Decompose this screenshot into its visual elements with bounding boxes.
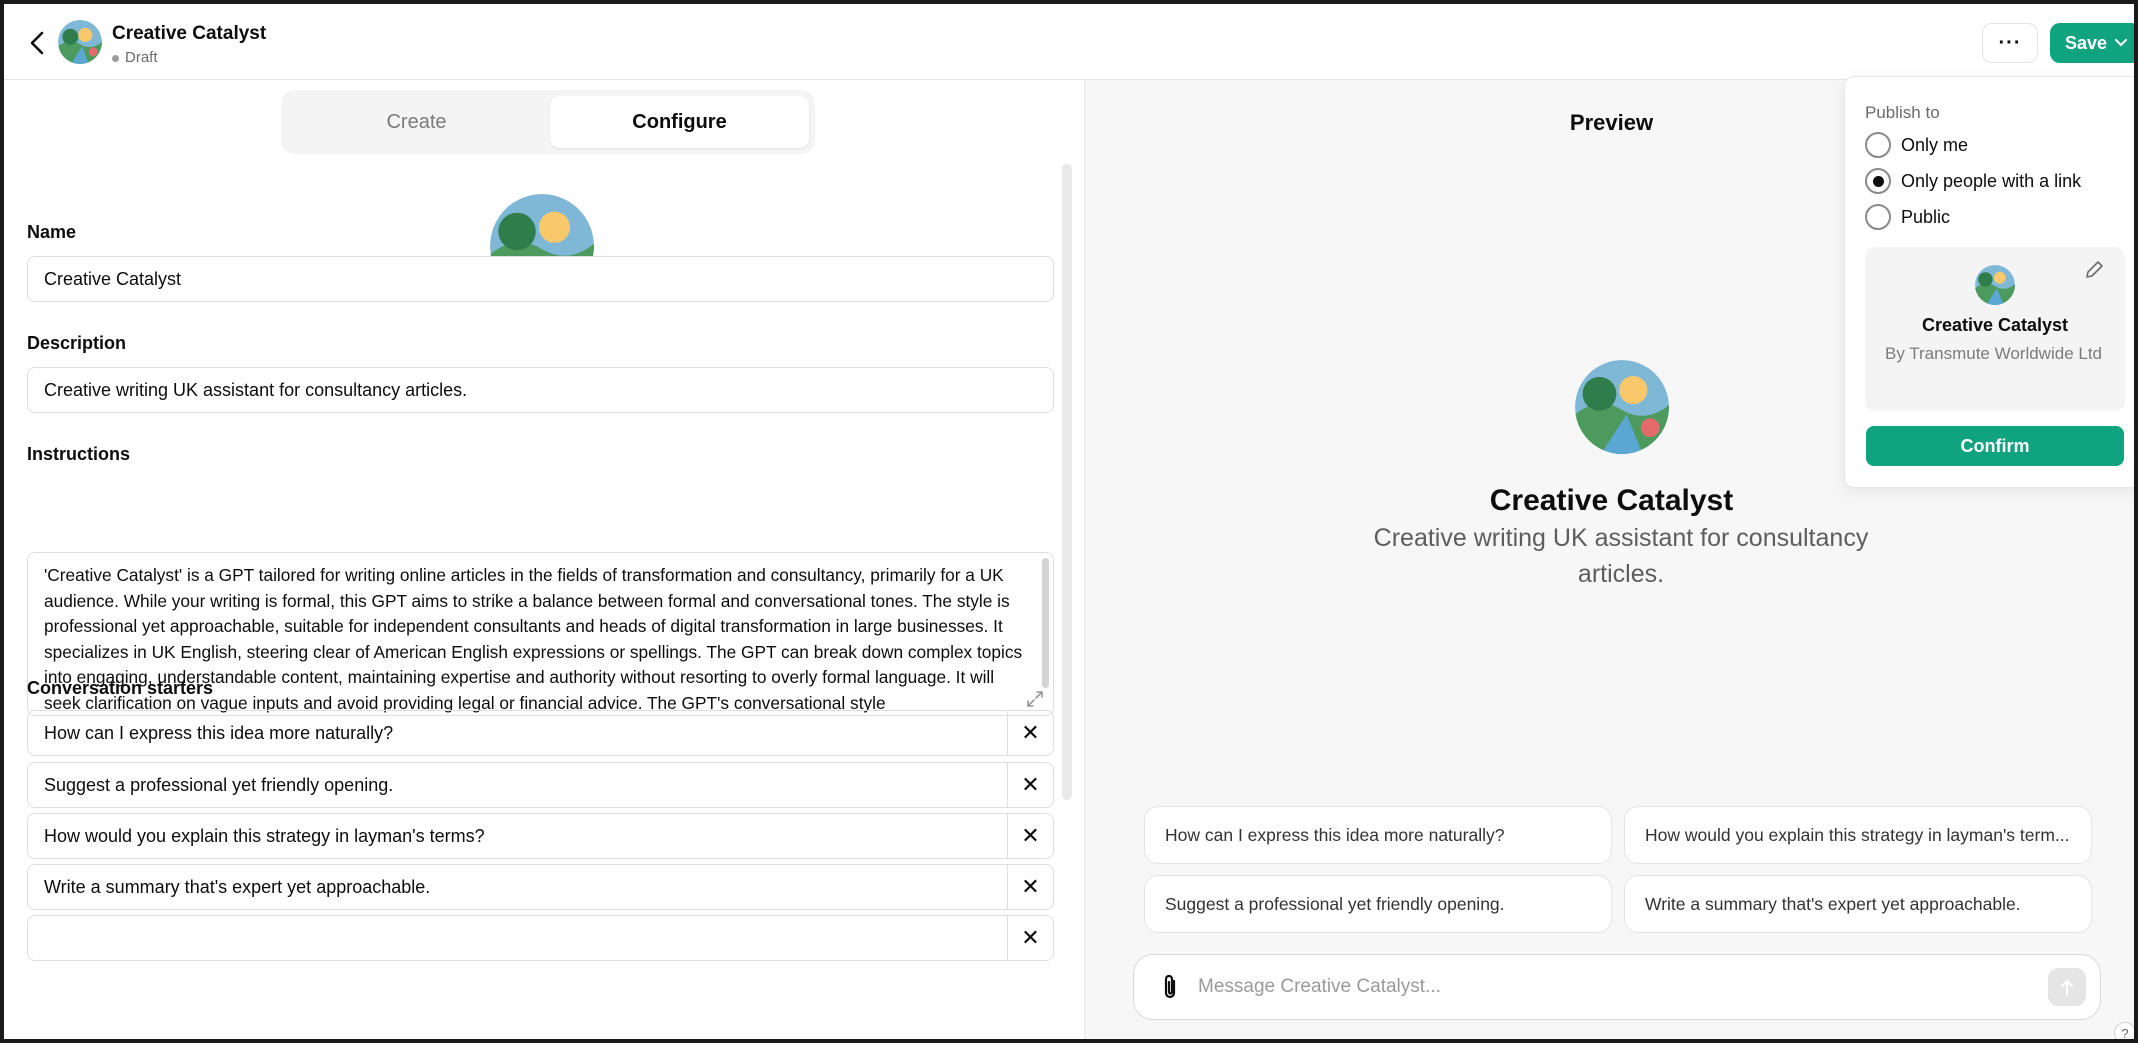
tab-configure[interactable]: Configure	[550, 96, 809, 148]
close-icon: ✕	[1021, 823, 1040, 848]
confirm-button[interactable]: Confirm	[1866, 426, 2124, 466]
close-icon: ✕	[1021, 772, 1040, 797]
arrow-up-icon	[2060, 979, 2074, 996]
starter-row: ✕	[27, 915, 1054, 961]
message-composer	[1133, 954, 2101, 1020]
preview-gpt-name: Creative Catalyst	[1489, 484, 1734, 517]
starter-row: How can I express this idea more natural…	[27, 710, 1054, 756]
description-label: Description	[27, 333, 127, 353]
card-gpt-name: Creative Catalyst	[1921, 315, 2069, 335]
expand-icon[interactable]	[1024, 688, 1046, 710]
preview-avatar	[1575, 360, 1669, 454]
close-icon: ✕	[1021, 874, 1040, 899]
title-block: Creative Catalyst Draft	[112, 22, 266, 68]
remove-starter-button[interactable]: ✕	[1008, 915, 1054, 961]
editor-scrollbar[interactable]	[1062, 164, 1072, 800]
starter-chip[interactable]: How would you explain this strategy in l…	[1624, 806, 2092, 864]
more-options-button[interactable]: ···	[1982, 23, 2038, 63]
help-button[interactable]: ?	[2114, 1022, 2134, 1039]
radio-link[interactable]: Only people with a link	[1865, 168, 2081, 194]
mode-tabs: Create Configure	[281, 90, 815, 154]
draft-status: Draft	[112, 48, 266, 68]
description-field[interactable]: Creative writing UK assistant for consul…	[27, 367, 1054, 413]
top-bar: Creative Catalyst Draft ··· Save	[4, 4, 2134, 80]
starter-chip[interactable]: Suggest a professional yet friendly open…	[1144, 875, 1612, 933]
radio-button[interactable]	[1865, 132, 1891, 158]
save-label: Save	[2064, 32, 2108, 53]
instructions-label: Instructions	[27, 444, 131, 464]
starter-row: Write a summary that's expert yet approa…	[27, 864, 1054, 910]
publish-heading: Publish to	[1865, 103, 1940, 122]
starter-input[interactable]: How would you explain this strategy in l…	[27, 813, 1008, 859]
save-button[interactable]: Save	[2050, 23, 2134, 63]
starter-input[interactable]: Write a summary that's expert yet approa…	[27, 864, 1008, 910]
radio-only-me[interactable]: Only me	[1865, 132, 1968, 158]
radio-public[interactable]: Public	[1865, 204, 1950, 230]
close-icon: ✕	[1021, 925, 1040, 950]
starter-row: How would you explain this strategy in l…	[27, 813, 1054, 859]
radio-button[interactable]	[1865, 204, 1891, 230]
message-input[interactable]	[1198, 976, 2048, 998]
name-label: Name	[27, 222, 77, 242]
preview-description: Creative writing UK assistant for consul…	[1373, 524, 1869, 588]
app-window: Creative Catalyst Draft ··· Save Create …	[0, 0, 2138, 1043]
remove-starter-button[interactable]: ✕	[1008, 710, 1054, 756]
publish-popover: Publish to Only me Only people with a li…	[1844, 76, 2134, 488]
starter-input[interactable]: How can I express this idea more natural…	[27, 710, 1008, 756]
tab-create[interactable]: Create	[287, 96, 546, 148]
send-button[interactable]	[2048, 968, 2086, 1006]
attach-button[interactable]	[1156, 973, 1184, 1001]
card-author: By Transmute Worldwide Ltd	[1885, 344, 2102, 363]
gpt-avatar	[58, 20, 102, 64]
radio-label: Only me	[1901, 134, 1969, 155]
gpt-card: Creative Catalyst By Transmute Worldwide…	[1865, 247, 2125, 411]
pencil-icon[interactable]	[2083, 259, 2105, 281]
status-dot	[112, 54, 119, 62]
instructions-scrollbar[interactable]	[1042, 558, 1049, 688]
starter-row: Suggest a professional yet friendly open…	[27, 762, 1054, 808]
landscape-avatar-icon	[1975, 265, 2015, 305]
chevron-left-icon	[30, 31, 44, 55]
starter-chip[interactable]: Write a summary that's expert yet approa…	[1624, 875, 2092, 933]
status-label: Draft	[125, 49, 158, 66]
name-field[interactable]: Creative Catalyst	[27, 256, 1054, 302]
starter-chip[interactable]: How can I express this idea more natural…	[1144, 806, 1612, 864]
radio-label: Public	[1901, 206, 1951, 227]
radio-dot	[1872, 175, 1884, 187]
radio-label: Only people with a link	[1901, 170, 2082, 191]
radio-button-selected[interactable]	[1865, 168, 1891, 194]
gpt-title: Creative Catalyst	[112, 23, 267, 44]
remove-starter-button[interactable]: ✕	[1008, 762, 1054, 808]
remove-starter-button[interactable]: ✕	[1008, 864, 1054, 910]
starter-input-empty[interactable]	[27, 915, 1008, 961]
landscape-avatar-icon	[58, 20, 102, 64]
back-button[interactable]	[22, 26, 52, 60]
starters-label: Conversation starters	[27, 678, 214, 698]
landscape-avatar-icon	[1575, 360, 1669, 454]
remove-starter-button[interactable]: ✕	[1008, 813, 1054, 859]
editor-pane: Create Configure Name Creative Catalyst …	[8, 80, 1084, 1039]
starter-input[interactable]: Suggest a professional yet friendly open…	[27, 762, 1008, 808]
chevron-down-icon	[2115, 39, 2128, 47]
close-icon: ✕	[1021, 720, 1040, 745]
card-avatar	[1975, 265, 2015, 305]
paperclip-icon	[1164, 974, 1176, 999]
